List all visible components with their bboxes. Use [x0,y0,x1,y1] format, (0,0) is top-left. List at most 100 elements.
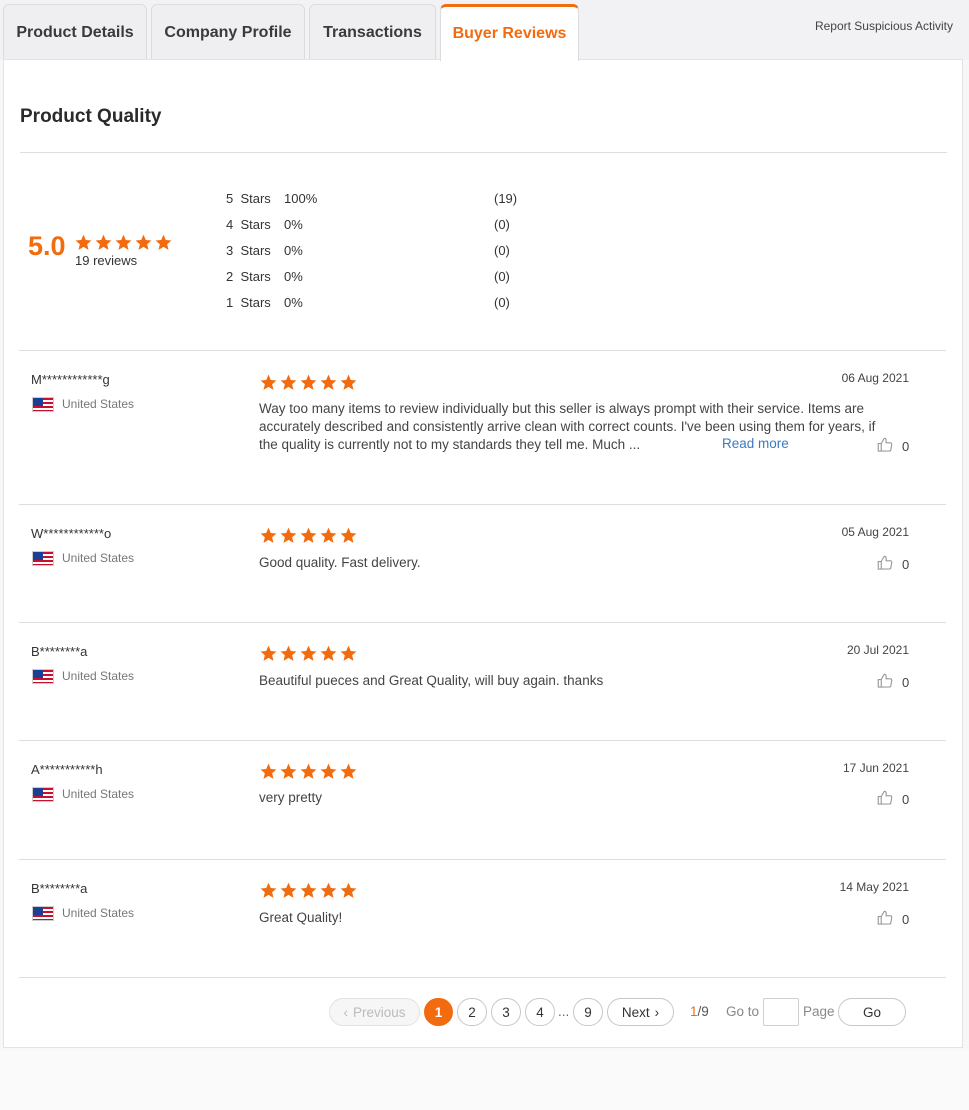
next-page-button[interactable]: Next › [607,998,674,1026]
review-date: 17 Jun 2021 [842,761,909,775]
us-flag-icon [32,669,54,684]
page-button-4[interactable]: 4 [525,998,555,1026]
page-button-1[interactable]: 1 [424,998,453,1026]
star-icon [320,527,337,543]
reviewer-country: United States [62,669,135,683]
review-stars [259,526,358,545]
distribution-percent: 0% [284,295,303,310]
star-icon [300,763,317,779]
like-button[interactable]: 0 [876,909,909,930]
distribution-percent: 0% [284,217,303,232]
star-icon [115,234,132,250]
thumbs-up-icon [876,554,894,575]
like-button[interactable]: 0 [876,554,909,575]
like-count: 0 [902,792,910,807]
page-button-3[interactable]: 3 [491,998,521,1026]
current-page-number: 1 [690,1004,698,1019]
review-item: W************o United States 05 Aug 2021… [19,505,946,622]
star-icon [340,763,357,779]
like-count: 0 [902,912,910,927]
us-flag-icon [32,397,54,412]
distribution-label: 5 Stars [226,191,271,206]
section-title: Product Quality [20,106,162,127]
review-stars [259,644,358,663]
next-label: Next [621,1004,650,1020]
distribution-count: (0) [494,269,510,284]
review-date: 14 May 2021 [839,880,909,894]
review-stars [259,881,358,900]
page-button-2[interactable]: 2 [457,998,487,1026]
like-button[interactable]: 0 [876,789,909,810]
star-icon [320,763,337,779]
star-icon [340,882,357,898]
reviewer-country: United States [62,551,135,565]
like-count: 0 [902,557,910,572]
tab-product-details[interactable]: Product Details [3,4,147,60]
distribution-percent: 0% [284,269,303,284]
review-count: 19 reviews [75,253,138,268]
tab-transactions[interactable]: Transactions [309,4,436,60]
review-item: B********a United States 20 Jul 2021 Bea… [19,623,946,740]
reviewer-country: United States [62,906,135,920]
reviewer-name: A***********h [31,762,103,777]
us-flag-icon [32,551,54,566]
distribution-row-3: 3 Stars 0% (0) [226,243,536,259]
reviewer-country: United States [62,397,135,411]
distribution-count: (0) [494,243,510,258]
distribution-label: 3 Stars [226,243,271,258]
previous-page-button[interactable]: ‹ Previous [329,998,420,1026]
star-icon [280,645,297,661]
review-date: 05 Aug 2021 [841,525,909,539]
distribution-count: (0) [494,217,510,232]
review-stars [259,373,358,392]
distribution-count: (19) [494,191,518,206]
review-date: 06 Aug 2021 [841,371,909,385]
star-icon [260,763,277,779]
star-icon [260,882,277,898]
page-button-9[interactable]: 9 [573,998,603,1026]
distribution-label: 2 Stars [226,269,271,284]
page-label: Page [803,1004,835,1019]
read-more-link[interactable]: Read more [722,436,789,451]
average-score: 5.0 [28,231,66,261]
star-icon [280,882,297,898]
like-button[interactable]: 0 [876,672,909,693]
distribution-percent: 0% [284,243,303,258]
distribution-row-1: 1 Stars 0% (0) [226,295,536,311]
divider [19,977,946,978]
tab-buyer-reviews[interactable]: Buyer Reviews [440,4,579,61]
review-text: Way too many items to review individuall… [259,401,876,452]
tab-company-profile[interactable]: Company Profile [151,4,305,60]
like-count: 0 [902,439,910,454]
chevron-right-icon: › [654,1004,660,1020]
star-icon [340,374,357,390]
star-icon [320,645,337,661]
like-button[interactable]: 0 [876,436,909,457]
report-suspicious-activity-link[interactable]: Report Suspicious Activity [815,19,953,33]
star-icon [320,882,337,898]
review-text: Beautiful pueces and Great Quality, will… [259,673,604,688]
thumbs-up-icon [876,789,894,810]
star-icon [280,527,297,543]
summary-stars [74,233,173,252]
star-icon [260,645,277,661]
star-icon [320,374,337,390]
star-icon [300,645,317,661]
pagination-ellipsis: ... [558,1004,570,1019]
goto-page-input[interactable] [763,998,799,1026]
star-icon [260,374,277,390]
star-icon [260,527,277,543]
thumbs-up-icon [876,909,894,930]
go-button[interactable]: Go [838,998,906,1026]
star-icon [340,645,357,661]
page-footer-area [0,1050,969,1110]
star-icon [155,234,172,250]
us-flag-icon [32,906,54,921]
review-text: very pretty [259,790,323,805]
star-icon [300,374,317,390]
review-text: Good quality. Fast delivery. [259,555,421,570]
star-icon [280,763,297,779]
like-count: 0 [902,675,910,690]
star-icon [300,527,317,543]
page-indicator: 1/9 [690,1004,709,1019]
